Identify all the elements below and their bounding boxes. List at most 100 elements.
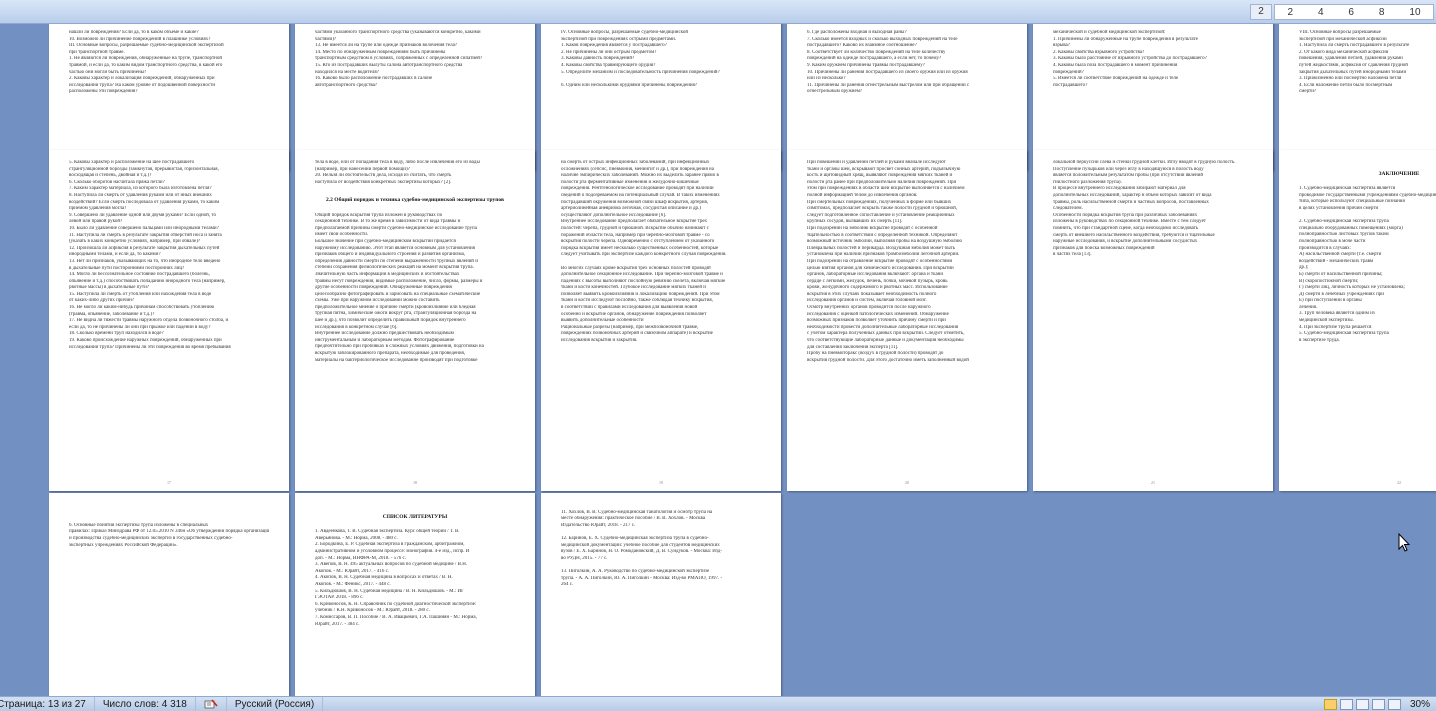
text-line: 13. Пиголкин, А. А. Руководство по судеб… <box>561 568 710 574</box>
text-line: исследования вскрытия и закрытия. <box>561 338 638 344</box>
text-line: закрытия дыхательных путей инородными те… <box>1299 69 1407 75</box>
text-line: 5. Судебно-медицинская экспертиза трупа <box>1299 331 1389 337</box>
text-line: другие особенности повреждений. Обнаруже… <box>315 285 452 291</box>
document-page[interactable]: 5. Каковы характер и расположение на шее… <box>49 150 289 491</box>
text-line: дополнительное секционное исследование. … <box>561 272 723 278</box>
text-line: 1. Наступила ли смерть пострадавшего в р… <box>1299 43 1410 49</box>
document-page[interactable]: локальной перкуссии слева и стенки грудн… <box>1033 150 1273 491</box>
document-page[interactable]: 11. Хохлов, В. В. Судебно-медицинская та… <box>541 493 781 696</box>
text-line: 3. Авепов, В. Н. 495 актуальных вопросов… <box>315 562 468 568</box>
page-counter[interactable]: Страница: 13 из 27 <box>0 697 95 711</box>
text-line: воздействий - механических травм <box>1299 258 1374 264</box>
text-line: 2. От какого вида механической асфиксии <box>1299 49 1389 55</box>
text-line: наружному исследованию. Этот этап являет… <box>315 245 475 251</box>
text-line: В) скоропостижной смерти; <box>1299 278 1359 284</box>
document-page[interactable]: нашли ли повреждения? Если да, то в како… <box>49 24 289 170</box>
page-text-body: локальной перкуссии слева и стенки грудн… <box>1053 160 1253 473</box>
document-page[interactable]: тела в воде, или от попадания тела в вод… <box>295 150 535 491</box>
text-line: Плевральных полостей и перикарда. Воздуш… <box>807 245 956 251</box>
document-page[interactable]: 6. Где расположены входная и выходная ра… <box>787 24 1027 170</box>
document-view[interactable]: нашли ли повреждения? Если да, то в како… <box>0 24 1436 696</box>
page-text-body: ЗАКЛЮЧЕНИЕ 1. Судебно-медицинская экспер… <box>1299 160 1436 473</box>
text-line: 10. Причинены ли ранения пострадавшего и… <box>807 69 968 75</box>
text-line: Внутреннее исследование предполагает обя… <box>561 219 708 225</box>
proofing-status[interactable] <box>196 697 227 711</box>
text-line: в дыхательные пути посторонними посторон… <box>69 265 185 271</box>
page-text-body: IV. Основные вопросы, разрешаемые судебн… <box>561 30 761 152</box>
document-page[interactable]: При повешении и удавлении петлей и рукам… <box>787 150 1027 491</box>
print-layout-view-button[interactable] <box>1323 698 1337 710</box>
text-line: для составления заключения эксперта [11]… <box>807 344 899 350</box>
word-count[interactable]: Число слов: 4 318 <box>95 697 196 711</box>
text-line: Пробу на пневмоторакс (воздух в грудной … <box>807 351 944 357</box>
document-page[interactable]: частями указанного транспортного средств… <box>295 24 535 170</box>
ruler-tick: 4 <box>1317 6 1324 18</box>
text-line: расположены эти повреждения? <box>69 89 138 95</box>
page-text-body: При повешении и удавлении петлей и рукам… <box>807 160 1007 473</box>
text-line: 9. Каким оружием причинены травмы постра… <box>807 62 925 68</box>
text-line: целесообразно фотографировать и зарисова… <box>315 291 481 297</box>
full-screen-reading-button[interactable] <box>1339 698 1353 710</box>
text-line: административном и уголовном процессе: м… <box>315 548 470 554</box>
text-line: наличие эмпирических заболеваний. Можно … <box>561 173 719 179</box>
document-page[interactable]: механической и судебной медицинской эксп… <box>1033 24 1273 170</box>
text-line: вскрытую заблокированного препарата, нео… <box>315 351 466 357</box>
text-line: во РУДН, 2015. - 77 с. <box>561 555 608 561</box>
document-page[interactable]: СПИСОК ЛИТЕРАТУРЫ 1. Авдеенкова, Т. В. С… <box>295 493 535 696</box>
text-line: в частях тела [13]. <box>1053 252 1092 258</box>
text-line: др.); <box>1299 265 1309 271</box>
zoom-level[interactable]: 30% <box>1404 699 1436 710</box>
text-line: частью они могли быть причинены? <box>69 69 147 75</box>
text-line: 1. Каков повреждения является у пострада… <box>561 43 667 49</box>
page-number: 17 <box>167 480 171 485</box>
text-line <box>69 503 269 510</box>
text-line: дополнительных исследований, характер и … <box>1053 192 1212 198</box>
text-line: 19. Каково происхождение наружных повреж… <box>69 338 222 344</box>
text-line: 1. Причинены ли обнаруженные на трупе по… <box>1053 36 1198 42</box>
web-layout-button[interactable] <box>1355 698 1369 710</box>
text-line <box>315 186 515 193</box>
page-number: 22 <box>1397 480 1401 485</box>
text-line: 264 с. <box>561 582 574 588</box>
text-line: 13. Не имеется ли на трупе или одежде пр… <box>315 43 458 49</box>
text-line: При подозрении на эмболию вскрытие прово… <box>807 225 938 231</box>
text-line: органов, лабораторные исследования включ… <box>807 272 944 278</box>
text-line: предполагаемой причины смерти судебно-ме… <box>315 225 477 231</box>
document-page[interactable]: VIII. Основные вопросы разрешаемые экспер… <box>1279 24 1436 170</box>
text-line: что соответствующие лабораторные данные … <box>807 338 964 344</box>
text-line: 1. Авдеенкова, Т. В. Судебная экспертиза… <box>315 529 460 535</box>
document-page[interactable]: ЗАКЛЮЧЕНИЕ 1. Судебно-медицинская экспер… <box>1279 150 1436 491</box>
text-line: сведений о подозреваемом на потенциальны… <box>561 192 720 198</box>
text-line: от каких-либо других причин? <box>69 298 135 304</box>
text-line: Б) смерти от насильственной причины; <box>1299 271 1383 277</box>
text-line: 5. Каковы характер и расположение на шее… <box>69 160 195 165</box>
text-line <box>561 529 761 536</box>
document-page[interactable]: 6. Основные понятия экспертизы трупа изл… <box>49 493 289 696</box>
horizontal-ruler[interactable]: 2 4 6 8 10 <box>1274 4 1434 20</box>
language-indicator[interactable]: Русский (Россия) <box>227 697 324 711</box>
text-line: Акопов. - М.: Феникс, 2017. - 448 с. <box>315 581 391 587</box>
text-line: 1. Судебно-медицинская экспертиза являет… <box>1299 186 1396 192</box>
text-line: трупа. - А. А. Пиголкин, Ю. А. Пиголкин … <box>561 575 723 581</box>
text-line: 17. Не видна ли тяжести травмы наружного… <box>69 318 229 324</box>
outline-view-button[interactable] <box>1371 698 1385 710</box>
text-line: 7. Сколько имеется входных и сколько вых… <box>807 36 958 42</box>
page-text-body: СПИСОК ЛИТЕРАТУРЫ 1. Авдеенкова, Т. В. С… <box>315 503 515 696</box>
page-text-body: на смерть от острых инфекционных заболев… <box>561 160 761 473</box>
text-line: признаков для поиска возможных поврежден… <box>1053 245 1155 251</box>
text-line <box>561 259 761 266</box>
draft-view-button[interactable] <box>1387 698 1401 710</box>
text-line: повреждениях позвоночных артерий и связо… <box>561 331 713 337</box>
text-line: смерть от внешнего насильственного возде… <box>1053 232 1215 238</box>
page-text-body: VIII. Основные вопросы разрешаемые экспер… <box>1299 30 1436 152</box>
text-line: секционной технике. В то же время в зави… <box>315 219 461 225</box>
text-line: симптомах, предполагает вскрыть также по… <box>807 206 958 212</box>
text-line <box>1299 180 1436 187</box>
text-line: экспертизой при повреждениях острыми пре… <box>561 36 677 42</box>
text-line <box>1299 213 1436 220</box>
text-line: 5. Кильдюшов, В. Н. Судебная медицина / … <box>315 588 465 594</box>
document-page[interactable]: IV. Основные вопросы, разрешаемые судебн… <box>541 24 781 170</box>
document-page[interactable]: на смерть от острых инфекционных заболев… <box>541 150 781 491</box>
text-line: производится в случаях: <box>1299 245 1351 251</box>
text-line: вскрытия грудной полости. Для этого дост… <box>807 357 969 363</box>
